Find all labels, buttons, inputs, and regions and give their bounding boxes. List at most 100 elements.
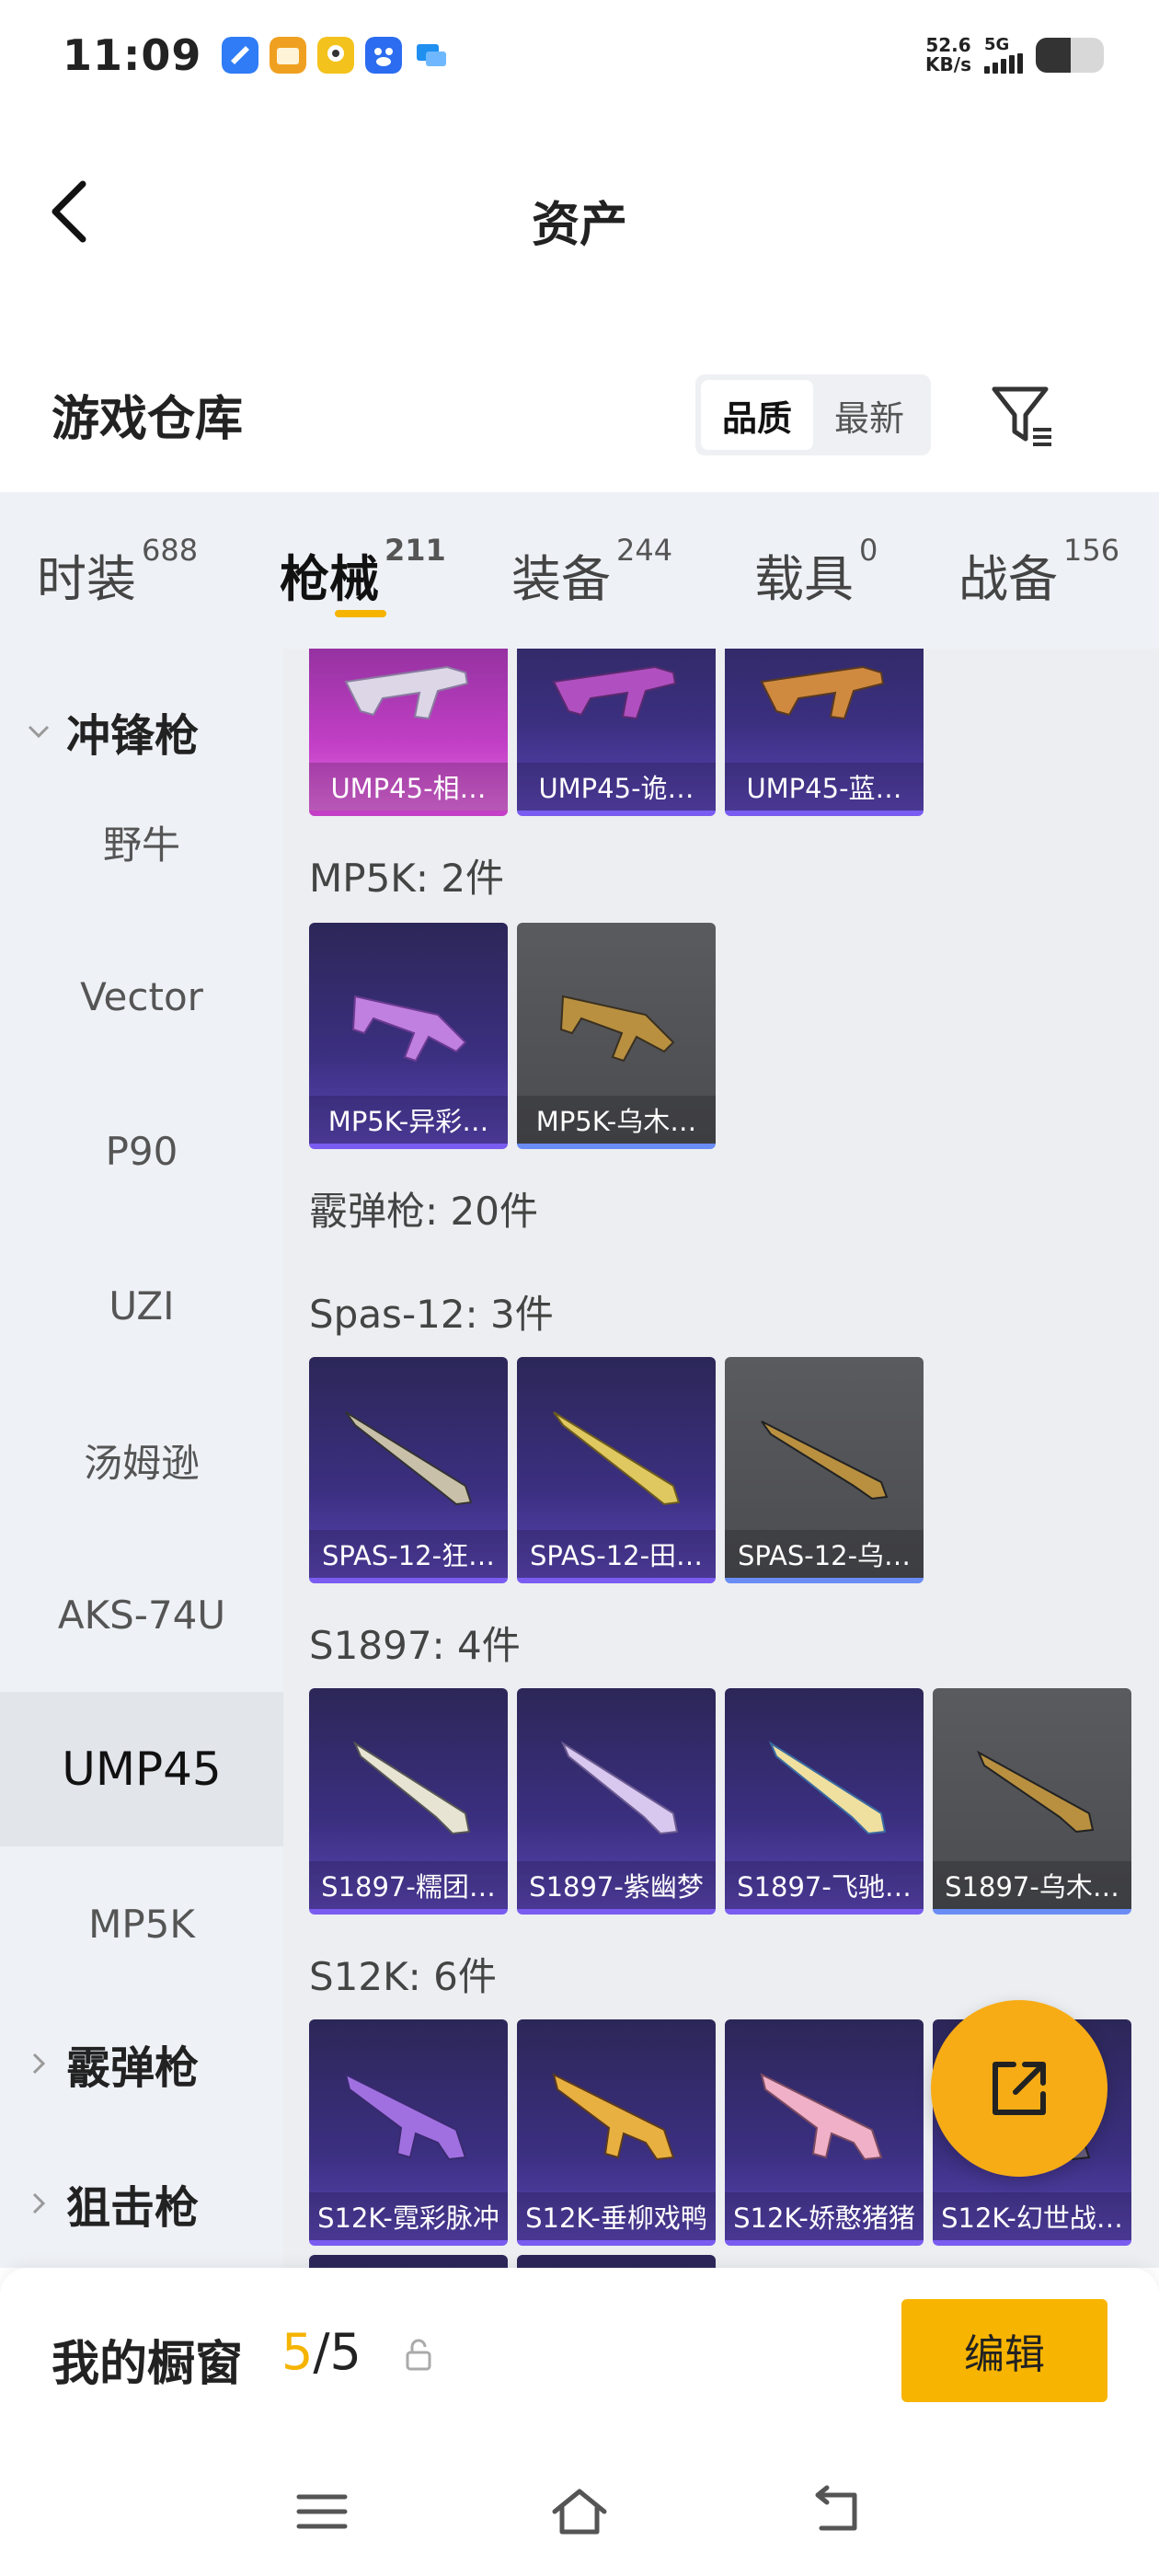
- shotgun-icon: [352, 1741, 471, 1835]
- sidebar-item-ump45[interactable]: UMP45: [0, 1692, 283, 1846]
- tab-weapons[interactable]: 枪械 211: [280, 533, 446, 611]
- weapon-name: SPAS-12-田…: [517, 1530, 716, 1578]
- smg-icon: [559, 995, 675, 1063]
- sidebar-group-label: 冲锋枪: [66, 710, 200, 762]
- shotgun-icon: [768, 1741, 887, 1835]
- weapon-name: S12K-娇憨猪猪: [725, 2192, 924, 2240]
- weapon-card[interactable]: UMP45-诡…: [517, 649, 716, 816]
- group-heading-s1897: S1897: 4件: [309, 1623, 521, 1668]
- video-app-icon: [317, 37, 355, 74]
- system-navigation-bar: [0, 2452, 1159, 2576]
- filter-list-icon[interactable]: [989, 382, 1059, 452]
- shotgun-icon: [560, 1741, 679, 1835]
- rifle-icon: [552, 2073, 675, 2161]
- baidu-app-icon: [365, 37, 403, 74]
- status-indicators: 52.6 KB/s 5G: [925, 36, 1104, 75]
- weapon-card[interactable]: S1897-糯团…: [309, 1688, 508, 1915]
- sidebar-item-thompson[interactable]: 汤姆逊: [0, 1383, 283, 1537]
- net-speed: 52.6 KB/s: [925, 36, 971, 75]
- smg-icon: [552, 665, 677, 720]
- page-title: 资产: [531, 198, 627, 253]
- status-bar: 11:09 52.6 KB/s 5G: [0, 0, 1159, 110]
- message-app-icon: [417, 44, 447, 66]
- smg-icon: [760, 665, 885, 720]
- sidebar-item-vector[interactable]: Vector: [0, 919, 283, 1074]
- weapon-card[interactable]: S12K-娇憨猪猪: [725, 2019, 924, 2246]
- edit-button[interactable]: 编辑: [901, 2299, 1107, 2402]
- weapon-name: S12K-幻世战…: [933, 2192, 1131, 2240]
- weapon-card[interactable]: S12K-垂柳戏鸭: [517, 2019, 716, 2246]
- share-external-icon: [993, 2062, 1046, 2115]
- showcase-count-current: 5: [281, 2323, 314, 2381]
- weapon-card[interactable]: S1897-紫幽梦: [517, 1688, 716, 1915]
- weapon-card[interactable]: SPAS-12-狂…: [309, 1357, 508, 1583]
- weapon-name: S1897-糯团…: [309, 1861, 508, 1909]
- weapon-card[interactable]: [517, 2255, 716, 2268]
- smg-icon: [344, 665, 469, 720]
- tab-supplies[interactable]: 战备 156: [958, 533, 1119, 611]
- weapon-name: S1897-飞驰…: [725, 1861, 924, 1909]
- signal-bars-icon: [984, 53, 1023, 74]
- weapon-name: S1897-紫幽梦: [517, 1861, 716, 1909]
- chevron-down-icon: [28, 725, 50, 739]
- category-tabs: 时装 688 枪械 211 装备 244 载具 0 战备 156: [0, 492, 1159, 649]
- group-heading-spas12: Spas-12: 3件: [309, 1292, 554, 1337]
- menu-icon[interactable]: [290, 2484, 354, 2539]
- sidebar-item-bizon[interactable]: 野牛: [0, 765, 283, 919]
- tab-vehicles[interactable]: 载具 0: [754, 533, 878, 611]
- weapon-card[interactable]: MP5K-异彩…: [309, 923, 508, 1149]
- weapon-name: SPAS-12-狂…: [309, 1530, 508, 1578]
- rifle-icon: [760, 2073, 883, 2161]
- group-heading-s12k: S12K: 6件: [309, 1954, 497, 1999]
- sort-quality-option[interactable]: 品质: [701, 380, 813, 450]
- sidebar-group-sniper[interactable]: 狙击枪: [0, 2148, 283, 2259]
- weapon-card[interactable]: S12K-霓彩脉冲: [309, 2019, 508, 2246]
- back-icon[interactable]: [805, 2484, 869, 2539]
- chevron-right-icon: [32, 2192, 46, 2214]
- showcase-count: 5/5: [281, 2323, 361, 2381]
- showcase-count-total: /5: [313, 2323, 361, 2381]
- weapon-card[interactable]: [309, 2255, 508, 2268]
- weapon-card[interactable]: UMP45-相…: [309, 649, 508, 816]
- weapon-type-sidebar: 冲锋枪 野牛 Vector P90 UZI 汤姆逊 AKS-74U UMP45 …: [0, 649, 283, 2268]
- browser-app-icon: [222, 37, 259, 74]
- sidebar-item-aks74u[interactable]: AKS-74U: [0, 1537, 283, 1692]
- weapon-card[interactable]: SPAS-12-乌…: [725, 1357, 924, 1583]
- share-fab-button[interactable]: [931, 2000, 1107, 2177]
- weapon-card[interactable]: UMP45-蓝…: [725, 649, 924, 816]
- weapon-card[interactable]: S1897-飞驰…: [725, 1688, 924, 1915]
- status-time: 11:09: [63, 30, 202, 80]
- sidebar-item-uzi[interactable]: UZI: [0, 1228, 283, 1383]
- sidebar-group-label: 狙击枪: [66, 2182, 200, 2234]
- showcase-bar: 我的橱窗 5/5 编辑: [0, 2268, 1159, 2452]
- weapon-card[interactable]: S1897-乌木…: [933, 1688, 1131, 1915]
- weapon-name: MP5K-乌木…: [517, 1096, 716, 1144]
- top-nav-bar: 资产: [0, 147, 1159, 276]
- weapon-card[interactable]: MP5K-乌木…: [517, 923, 716, 1149]
- sidebar-group-shotgun[interactable]: 霰弹枪: [0, 2008, 283, 2119]
- battery-icon: [1036, 38, 1104, 73]
- notification-app-icons: [222, 37, 450, 74]
- sidebar-item-p90[interactable]: P90: [0, 1074, 283, 1228]
- sort-toggle: 品质 最新: [695, 374, 931, 455]
- shotgun-icon: [761, 1420, 889, 1501]
- home-icon[interactable]: [547, 2484, 612, 2539]
- tab-equipment[interactable]: 装备 244: [511, 533, 672, 611]
- weapon-name: UMP45-蓝…: [725, 763, 924, 811]
- sidebar-item-mp5k[interactable]: MP5K: [0, 1846, 283, 2001]
- tab-fashion[interactable]: 时装 688: [37, 533, 198, 611]
- net-speed-unit: KB/s: [925, 53, 971, 75]
- weapon-name: UMP45-相…: [309, 763, 508, 811]
- net-speed-value: 52.6: [925, 34, 971, 56]
- showcase-label: 我的橱窗: [52, 2337, 244, 2392]
- weapon-name: S12K-霓彩脉冲: [309, 2192, 508, 2240]
- weapon-name: S1897-乌木…: [933, 1861, 1131, 1909]
- signal-indicator: 5G: [984, 37, 1023, 74]
- shotgun-icon: [976, 1750, 1095, 1834]
- weapon-card[interactable]: SPAS-12-田…: [517, 1357, 716, 1583]
- shopping-app-icon: [270, 37, 307, 74]
- sort-newest-option[interactable]: 最新: [813, 380, 925, 450]
- network-type: 5G: [984, 35, 1010, 54]
- weapon-name: SPAS-12-乌…: [725, 1530, 924, 1578]
- smg-icon: [351, 995, 467, 1063]
